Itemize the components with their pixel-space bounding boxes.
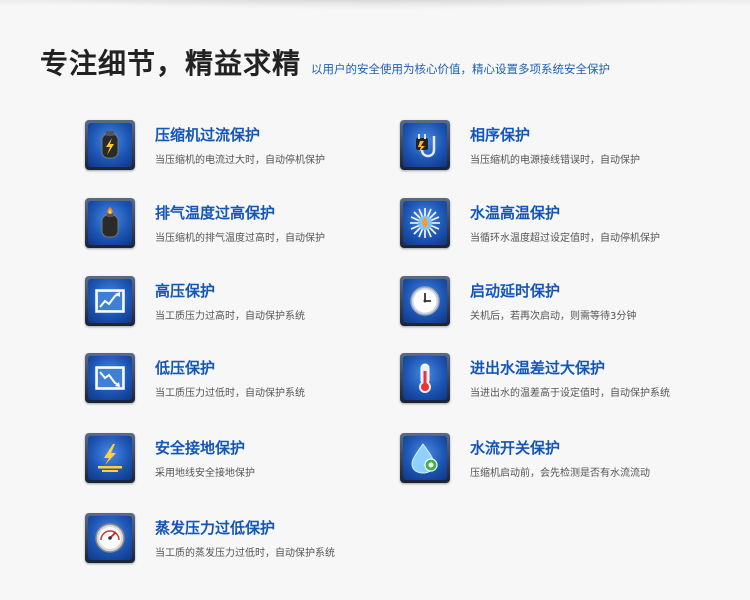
feature-desc: 当压缩机的排气温度过高时，自动保护 [155, 233, 325, 244]
feature-item: 排气温度过高保护 当压缩机的排气温度过高时，自动保护 [85, 198, 405, 254]
feature-desc: 当工质压力过高时，自动保护系统 [155, 311, 305, 322]
feature-desc: 当压缩机的电流过大时，自动停机保护 [155, 155, 325, 166]
feature-item: 启动延时保护 关机后，若再次启动，则需等待3分钟 [400, 276, 720, 332]
feature-title: 低压保护 [155, 359, 216, 377]
feature-title: 排气温度过高保护 [155, 204, 276, 222]
feature-item: 水流开关保护 压缩机启动前，会先检测是否有水流流动 [400, 433, 720, 489]
feature-title: 启动延时保护 [470, 282, 561, 300]
feature-title: 蒸发压力过低保护 [155, 519, 276, 537]
feature-title: 水温高温保护 [470, 204, 561, 222]
feature-item: 蒸发压力过低保护 当工质的蒸发压力过低时，自动保护系统 [85, 513, 405, 569]
top-shadow [0, 0, 750, 10]
feature-title: 安全接地保护 [155, 439, 246, 457]
feature-title: 相序保护 [470, 126, 531, 144]
feature-title: 压缩机过流保护 [155, 126, 261, 144]
page-title: 专注细节，精益求精 [40, 47, 302, 80]
page-subtitle: 以用户的安全使用为核心价值，精心设置多项系统安全保护 [311, 62, 611, 76]
feature-desc: 关机后，若再次启动，则需等待3分钟 [470, 311, 637, 322]
feature-item: 安全接地保护 采用地线安全接地保护 [85, 433, 405, 489]
feature-desc: 当进出水的温差高于设定值时，自动保护系统 [470, 388, 670, 399]
feature-desc: 压缩机启动前，会先检测是否有水流流动 [470, 468, 650, 479]
feature-desc: 当压缩机的电源接线错误时，自动保护 [470, 155, 640, 166]
feature-item: 进出水温差过大保护 当进出水的温差高于设定值时，自动保护系统 [400, 353, 720, 409]
feature-page: 专注细节，精益求精 以用户的安全使用为核心价值，精心设置多项系统安全保护 压缩机… [0, 0, 750, 600]
pressure-gauge-icon [85, 513, 135, 563]
feature-title: 高压保护 [155, 282, 216, 300]
feature-title: 水流开关保护 [470, 439, 561, 457]
clock-icon [400, 276, 450, 326]
feature-title: 进出水温差过大保护 [470, 359, 606, 377]
feature-item: 压缩机过流保护 当压缩机的电流过大时，自动停机保护 [85, 120, 405, 176]
chart-rising-icon [85, 276, 135, 326]
feature-item: 相序保护 当压缩机的电源接线错误时，自动保护 [400, 120, 720, 176]
compressor-lightning-icon [85, 120, 135, 170]
chart-falling-icon [85, 353, 135, 403]
feature-desc: 当工质的蒸发压力过低时，自动保护系统 [155, 548, 335, 559]
flame-cylinder-icon [85, 198, 135, 248]
water-drop-icon [400, 433, 450, 483]
feature-desc: 当循环水温度超过设定值时，自动停机保护 [470, 233, 660, 244]
section-header: 专注细节，精益求精 以用户的安全使用为核心价值，精心设置多项系统安全保护 [40, 42, 610, 82]
feature-desc: 采用地线安全接地保护 [155, 468, 255, 479]
feature-item: 低压保护 当工质压力过低时，自动保护系统 [85, 353, 405, 409]
feature-item: 水温高温保护 当循环水温度超过设定值时，自动停机保护 [400, 198, 720, 254]
feature-item: 高压保护 当工质压力过高时，自动保护系统 [85, 276, 405, 332]
feature-desc: 当工质压力过低时，自动保护系统 [155, 388, 305, 399]
sunburst-icon [400, 198, 450, 248]
thermometer-icon [400, 353, 450, 403]
power-plug-icon [400, 120, 450, 170]
ground-lightning-icon [85, 433, 135, 483]
